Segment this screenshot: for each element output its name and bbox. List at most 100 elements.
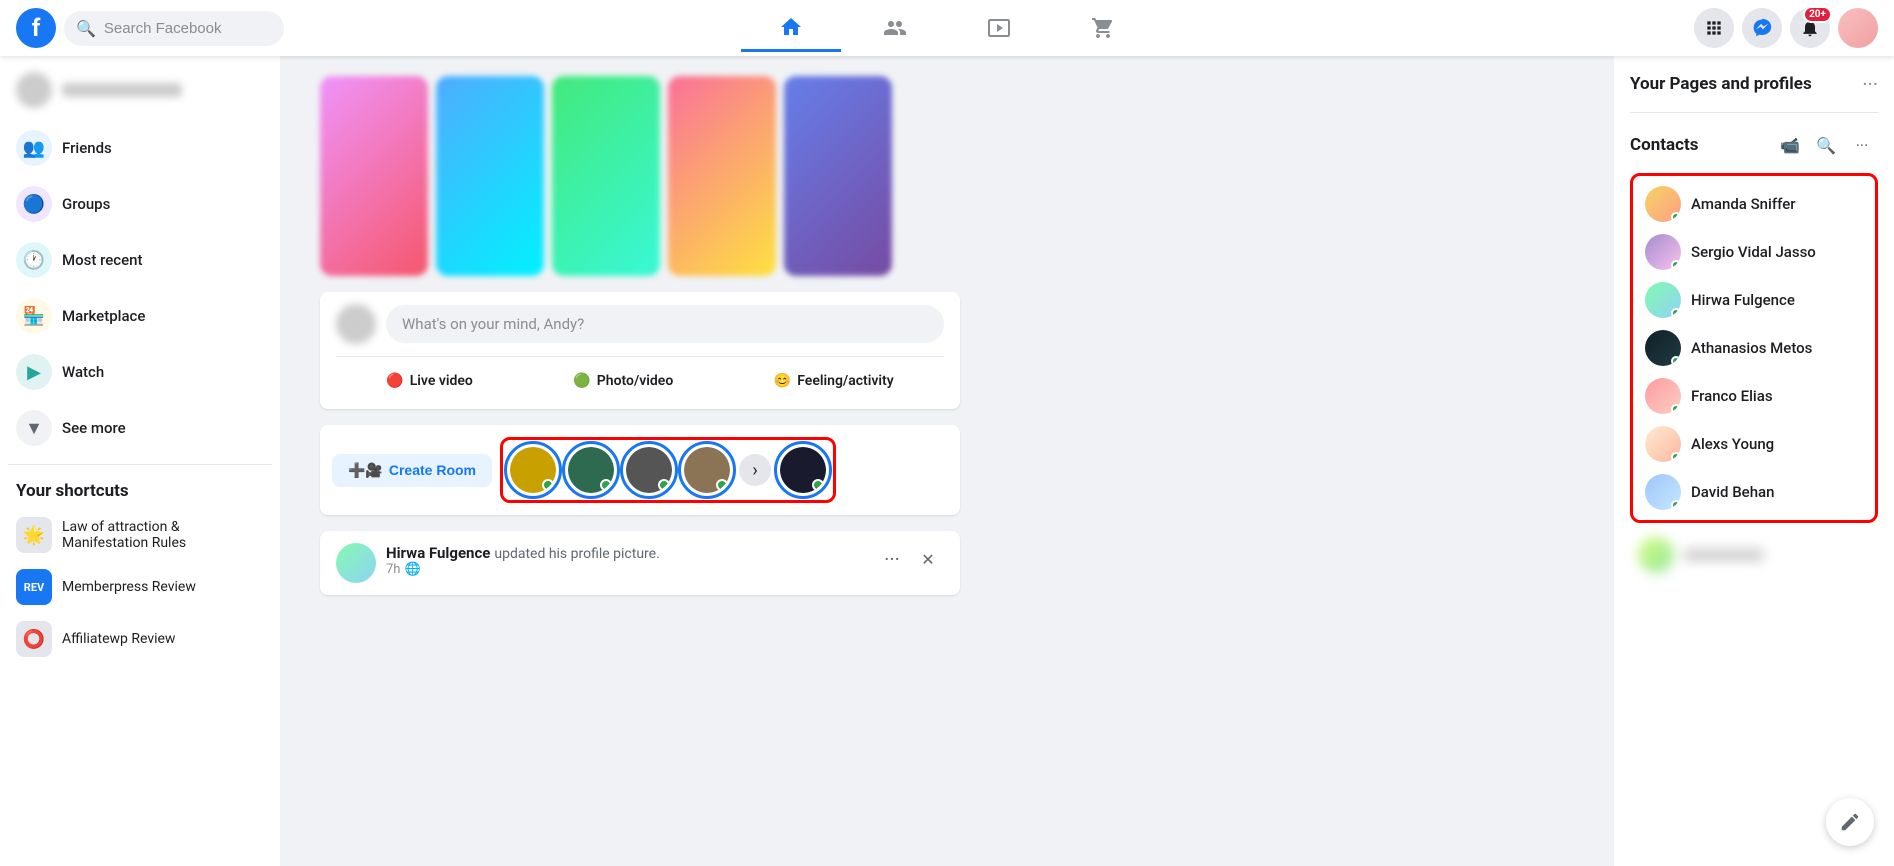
sidebar-item-label: Friends xyxy=(62,139,112,157)
photo-video-btn[interactable]: 🟢 Photo/video xyxy=(561,365,685,397)
live-video-btn[interactable]: 🔴 Live video xyxy=(374,365,485,397)
shortcut-affiliatewp[interactable]: ⭕ Affiliatewp Review xyxy=(8,613,272,665)
post-header: Hirwa Fulgence updated his profile pictu… xyxy=(320,531,960,595)
sidebar-item-see-more[interactable]: ▼ See more xyxy=(8,400,272,456)
photo-video-label: Photo/video xyxy=(597,373,674,389)
watch-icon: ▶ xyxy=(16,354,52,390)
feeling-activity-btn[interactable]: 😊 Feeling/activity xyxy=(762,365,906,397)
facebook-logo[interactable]: f xyxy=(16,8,56,48)
search-bar-container[interactable]: 🔍 xyxy=(64,11,284,46)
shortcuts-title: Your shortcuts xyxy=(8,473,272,509)
story-next-button[interactable]: › xyxy=(739,454,771,486)
online-dot-1 xyxy=(542,479,554,491)
contact-avatar-1 xyxy=(1645,186,1681,222)
contact-item-4[interactable]: Athanasios Metos xyxy=(1637,324,1871,372)
story-card-1[interactable] xyxy=(320,76,428,276)
center-feed: What's on your mind, Andy? 🔴 Live video … xyxy=(300,56,980,866)
user-avatar-blurred xyxy=(16,72,52,108)
post-options-button[interactable]: ··· xyxy=(876,543,908,575)
story-avatar-5[interactable] xyxy=(777,444,829,496)
user-name-blurred xyxy=(62,83,182,97)
post-actions-row: 🔴 Live video 🟢 Photo/video 😊 Feeling/act… xyxy=(336,365,944,397)
post-input-field[interactable]: What's on your mind, Andy? xyxy=(386,305,944,343)
story-card-3[interactable] xyxy=(552,76,660,276)
topnav-left: f 🔍 xyxy=(16,8,296,48)
sidebar-divider xyxy=(8,464,272,465)
sidebar-item-most-recent[interactable]: 🕐 Most recent xyxy=(8,232,272,288)
story-avatar-2[interactable] xyxy=(565,444,617,496)
post-options: ··· ✕ xyxy=(876,543,944,575)
contact-item-3[interactable]: Hirwa Fulgence xyxy=(1637,276,1871,324)
contact-item-2[interactable]: Sergio Vidal Jasso xyxy=(1637,228,1871,276)
contacts-more-button[interactable]: ··· xyxy=(1846,129,1878,161)
new-message-button[interactable] xyxy=(1826,798,1874,846)
story-card-2[interactable] xyxy=(436,76,544,276)
contact-item-7[interactable]: David Behan xyxy=(1637,468,1871,516)
online-dot-4 xyxy=(716,479,728,491)
contact-name-6: Alexs Young xyxy=(1691,435,1774,453)
tab-watch[interactable] xyxy=(949,4,1049,52)
tab-friends[interactable] xyxy=(845,4,945,52)
search-contacts-button[interactable]: 🔍 xyxy=(1810,129,1842,161)
post-time: 7h 🌐 xyxy=(386,562,866,577)
contact-item-6[interactable]: Alexs Young xyxy=(1637,420,1871,468)
sidebar-item-friends[interactable]: 👥 Friends xyxy=(8,120,272,176)
pages-profiles-more-button[interactable]: ··· xyxy=(1862,72,1878,96)
online-dot-2 xyxy=(600,479,612,491)
create-room-button[interactable]: ➕🎥 Create Room xyxy=(332,454,492,487)
search-input[interactable] xyxy=(104,20,272,37)
contact-avatar-blurred xyxy=(1638,537,1674,573)
contact-avatar-img-blurred xyxy=(1638,537,1674,573)
new-video-call-button[interactable]: 📹 xyxy=(1774,129,1806,161)
tab-home[interactable] xyxy=(741,4,841,52)
post-author-line: Hirwa Fulgence updated his profile pictu… xyxy=(386,543,866,562)
story-avatar-3[interactable] xyxy=(623,444,675,496)
most-recent-icon: 🕐 xyxy=(16,242,52,278)
shortcut-label: Memberpress Review xyxy=(62,579,196,595)
sidebar-item-watch[interactable]: ▶ Watch xyxy=(8,344,272,400)
online-dot-3 xyxy=(658,479,670,491)
shortcut-law-icon: 🌟 xyxy=(16,517,52,553)
story-card-4[interactable] xyxy=(668,76,776,276)
notifications-button[interactable]: 20+ xyxy=(1790,8,1830,48)
sidebar-item-label: See more xyxy=(62,419,126,437)
post-card: Hirwa Fulgence updated his profile pictu… xyxy=(320,531,960,595)
room-stories-bar: ➕🎥 Create Room xyxy=(320,425,960,515)
contacts-actions: 📹 🔍 ··· xyxy=(1774,129,1878,161)
post-user-avatar[interactable] xyxy=(336,543,376,583)
sidebar-item-label: Most recent xyxy=(62,251,142,269)
globe-icon: 🌐 xyxy=(404,562,420,577)
post-author-name[interactable]: Hirwa Fulgence xyxy=(386,544,490,562)
left-sidebar: 👥 Friends 🔵 Groups 🕐 Most recent 🏪 Marke… xyxy=(0,56,280,866)
feeling-icon: 😊 xyxy=(774,373,791,389)
sidebar-user-profile[interactable] xyxy=(8,64,272,116)
story-avatar-4[interactable] xyxy=(681,444,733,496)
post-close-button[interactable]: ✕ xyxy=(912,543,944,575)
contact-avatar-4 xyxy=(1645,330,1681,366)
create-room-icon: ➕🎥 xyxy=(348,462,383,479)
shortcut-law-attraction[interactable]: 🌟 Law of attraction & Manifestation Rule… xyxy=(8,509,272,561)
contact-online-4 xyxy=(1671,356,1681,366)
shortcut-memberpress[interactable]: REV Memberpress Review xyxy=(8,561,272,613)
contact-name-7: David Behan xyxy=(1691,483,1775,501)
post-user-avatar xyxy=(336,304,376,344)
contact-online-7 xyxy=(1671,500,1681,510)
contact-item-5[interactable]: Franco Elias xyxy=(1637,372,1871,420)
contact-item-1[interactable]: Amanda Sniffer xyxy=(1637,180,1871,228)
user-avatar-button[interactable] xyxy=(1838,8,1878,48)
sidebar-item-marketplace[interactable]: 🏪 Marketplace xyxy=(8,288,272,344)
story-card-5[interactable] xyxy=(784,76,892,276)
contact-avatar-7 xyxy=(1645,474,1681,510)
tab-marketplace[interactable] xyxy=(1053,4,1153,52)
groups-icon: 🔵 xyxy=(16,186,52,222)
live-video-icon: 🔴 xyxy=(386,373,403,389)
contact-online-6 xyxy=(1671,452,1681,462)
apps-menu-button[interactable] xyxy=(1694,8,1734,48)
story-avatar-1[interactable] xyxy=(507,444,559,496)
messenger-button[interactable] xyxy=(1742,8,1782,48)
notification-badge: 20+ xyxy=(1803,6,1832,23)
sidebar-item-groups[interactable]: 🔵 Groups xyxy=(8,176,272,232)
contact-avatar-5 xyxy=(1645,378,1681,414)
story-avatars-container: › xyxy=(500,437,836,503)
pages-profiles-title: Your Pages and profiles xyxy=(1630,74,1812,94)
